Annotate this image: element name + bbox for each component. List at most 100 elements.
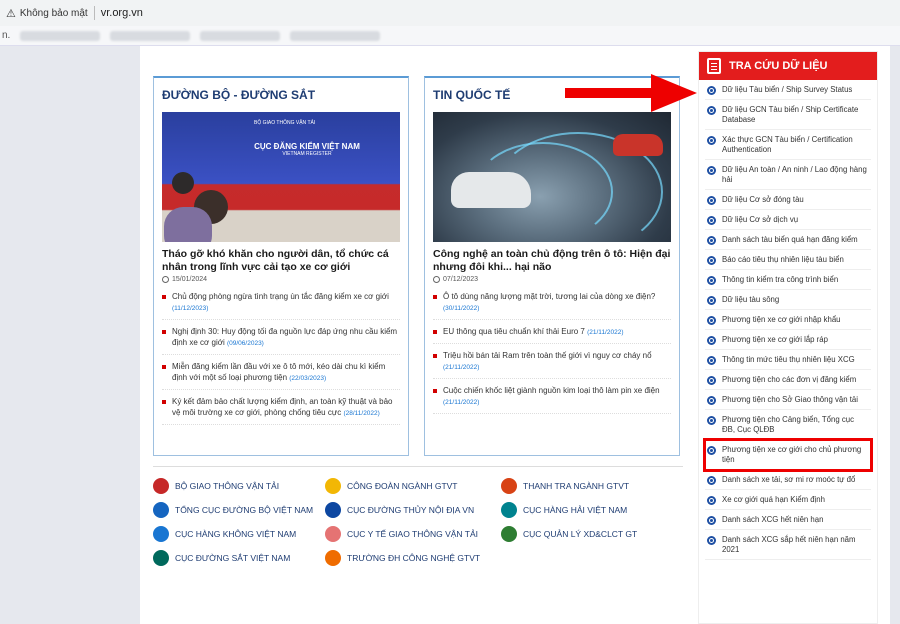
sidebar-item-label[interactable]: Danh sách XCG hết niên hạn: [722, 515, 823, 525]
agency-link[interactable]: THANH TRA NGÀNH GTVT: [501, 477, 677, 495]
sidebar-item-label[interactable]: Thông tin mức tiêu thụ nhiên liệu XCG: [722, 355, 855, 365]
list-item[interactable]: EU thông qua tiêu chuẩn khí thải Euro 7 …: [433, 326, 671, 344]
sidebar-item[interactable]: Dữ liệu tàu sông: [705, 290, 871, 310]
item-text[interactable]: EU thông qua tiêu chuẩn khí thải Euro 7: [443, 327, 585, 336]
list-item[interactable]: Ô tô dùng năng lượng mặt trời, tương lai…: [433, 291, 671, 320]
agency-label[interactable]: THANH TRA NGÀNH GTVT: [523, 481, 629, 491]
url-text[interactable]: vr.org.vn: [101, 7, 143, 19]
sidebar-item-label[interactable]: Thông tin kiểm tra công trình biển: [722, 275, 838, 285]
agency-label[interactable]: TỔNG CỤC ĐƯỜNG BỘ VIỆT NAM: [175, 505, 313, 515]
item-text[interactable]: Nghị định 30: Huy động tối đa nguồn lực …: [172, 327, 397, 347]
list-item[interactable]: Triệu hồi bán tải Ram trên toàn thế giới…: [433, 350, 671, 379]
sidebar-item[interactable]: Thông tin kiểm tra công trình biển: [705, 270, 871, 290]
sidebar-item-label[interactable]: Dữ liệu Cơ sở đóng tàu: [722, 195, 804, 205]
list-item[interactable]: Cuộc chiến khốc liệt giành nguồn kim loạ…: [433, 385, 671, 414]
sidebar-item-highlighted[interactable]: Phương tiện xe cơ giới cho chủ phương ti…: [703, 438, 873, 472]
sidebar-item-label[interactable]: Xe cơ giới quá hạn Kiểm định: [722, 495, 825, 505]
sidebar-item[interactable]: Phương tiện cho Sở Giao thông vận tải: [705, 390, 871, 410]
sidebar-item[interactable]: Phương tiện cho Cảng biển, Tổng cục ĐB, …: [705, 410, 871, 440]
item-text[interactable]: Triệu hồi bán tải Ram trên toàn thế giới…: [443, 351, 652, 360]
agency-label[interactable]: CỤC QUẢN LÝ XD&CLCT GT: [523, 529, 637, 539]
bullet-icon: [433, 389, 437, 393]
list-item[interactable]: Ký kết đảm bảo chất lượng kiểm định, an …: [162, 396, 400, 425]
sidebar-item-label[interactable]: Danh sách XCG sắp hết niên hạn năm 2021: [722, 535, 869, 555]
sidebar-item[interactable]: Xác thực GCN Tàu biển / Certification Au…: [705, 130, 871, 160]
column-title[interactable]: ĐƯỜNG BỘ - ĐƯỜNG SẮT: [154, 78, 408, 108]
agency-label[interactable]: CÔNG ĐOÀN NGÀNH GTVT: [347, 481, 458, 491]
sidebar-item-label[interactable]: Dữ liệu tàu sông: [722, 295, 779, 305]
agency-label[interactable]: BỘ GIAO THÔNG VẬN TẢI: [175, 481, 279, 491]
agency-label[interactable]: CỤC ĐƯỜNG SẮT VIỆT NAM: [175, 553, 290, 563]
bookmark-item[interactable]: [20, 30, 101, 41]
sidebar-item-label[interactable]: Dữ liệu Cơ sở dịch vụ: [722, 215, 798, 225]
agency-link[interactable]: CỤC Y TẾ GIAO THÔNG VẬN TẢI: [325, 525, 501, 543]
news-image[interactable]: [433, 112, 671, 242]
agency-logo-icon: [153, 550, 169, 566]
sidebar-item-label[interactable]: Danh sách xe tải, sơ mi rơ moóc tự đổ: [722, 475, 855, 485]
agency-link[interactable]: CỤC ĐƯỜNG THỦY NỘI ĐỊA VN: [325, 501, 501, 519]
bookmark-item[interactable]: [110, 30, 191, 41]
sidebar-item[interactable]: Dữ liệu An toàn / An ninh / Lao động hàn…: [705, 160, 871, 190]
agency-link[interactable]: BỘ GIAO THÔNG VẬN TẢI: [153, 477, 325, 495]
sidebar-item-label[interactable]: Phương tiện xe cơ giới lắp ráp: [722, 335, 828, 345]
item-text[interactable]: Miễn đăng kiểm lần đầu với xe ô tô mới, …: [172, 362, 385, 382]
banner-title: CỤC ĐĂNG KIỂM VIỆT NAM: [254, 142, 360, 151]
item-text[interactable]: Chủ động phòng ngừa tình trạng ùn tắc đă…: [172, 292, 389, 301]
sidebar-item[interactable]: Danh sách XCG sắp hết niên hạn năm 2021: [705, 530, 871, 560]
agency-link[interactable]: CỤC HÀNG KHÔNG VIỆT NAM: [153, 525, 325, 543]
sidebar-item[interactable]: Dữ liệu Cơ sở đóng tàu: [705, 190, 871, 210]
agency-label[interactable]: CỤC ĐƯỜNG THỦY NỘI ĐỊA VN: [347, 505, 474, 515]
agency-link[interactable]: CỤC QUẢN LÝ XD&CLCT GT: [501, 525, 677, 543]
item-text[interactable]: Ô tô dùng năng lượng mặt trời, tương lai…: [443, 292, 655, 301]
agency-link[interactable]: CÔNG ĐOÀN NGÀNH GTVT: [325, 477, 501, 495]
sidebar-item[interactable]: Danh sách xe tải, sơ mi rơ moóc tự đổ: [705, 470, 871, 490]
sidebar-item[interactable]: Phương tiện xe cơ giới nhập khẩu: [705, 310, 871, 330]
sidebar-item-label[interactable]: Dữ liệu Tàu biển / Ship Survey Status: [722, 85, 852, 95]
agency-label[interactable]: CỤC HÀNG HẢI VIỆT NAM: [523, 505, 627, 515]
sidebar-item-label[interactable]: Phương tiện cho Sở Giao thông vận tải: [722, 395, 858, 405]
image-top-text: BỘ GIAO THÔNG VẬN TẢI: [254, 120, 316, 126]
sidebar-item-label[interactable]: Dữ liệu An toàn / An ninh / Lao động hàn…: [722, 165, 869, 185]
agency-link[interactable]: TỔNG CỤC ĐƯỜNG BỘ VIỆT NAM: [153, 501, 325, 519]
insecure-label[interactable]: Không bảo mật: [20, 8, 88, 19]
sidebar-item[interactable]: Danh sách tàu biển quá hạn đăng kiểm: [705, 230, 871, 250]
sidebar-item-label[interactable]: Danh sách tàu biển quá hạn đăng kiểm: [722, 235, 858, 245]
sidebar-item[interactable]: Thông tin mức tiêu thụ nhiên liệu XCG: [705, 350, 871, 370]
sidebar-item-label[interactable]: Báo cáo tiêu thụ nhiên liệu tàu biển: [722, 255, 844, 265]
sidebar-item[interactable]: Dữ liệu Cơ sở dịch vụ: [705, 210, 871, 230]
list-item[interactable]: Chủ động phòng ngừa tình trạng ùn tắc đă…: [162, 291, 400, 320]
sidebar-item[interactable]: Phương tiện cho các đơn vị đăng kiểm: [705, 370, 871, 390]
sidebar-item[interactable]: Xe cơ giới quá hạn Kiểm định: [705, 490, 871, 510]
news-image[interactable]: BỘ GIAO THÔNG VẬN TẢI CỤC ĐĂNG KIỂM VIỆT…: [162, 112, 400, 242]
agency-label[interactable]: CỤC Y TẾ GIAO THÔNG VẬN TẢI: [347, 529, 478, 539]
agency-label[interactable]: CỤC HÀNG KHÔNG VIỆT NAM: [175, 529, 296, 539]
agency-link[interactable]: CỤC HÀNG HẢI VIỆT NAM: [501, 501, 677, 519]
bookmark-item[interactable]: [290, 30, 381, 41]
search-icon: [707, 166, 716, 175]
sidebar-item[interactable]: Dữ liệu Tàu biển / Ship Survey Status: [705, 80, 871, 100]
news-list: Ô tô dùng năng lượng mặt trời, tương lai…: [425, 283, 679, 414]
sidebar-item[interactable]: Báo cáo tiêu thụ nhiên liệu tàu biển: [705, 250, 871, 270]
sidebar-item-label[interactable]: Phương tiện xe cơ giới nhập khẩu: [722, 315, 841, 325]
bookmark-item[interactable]: [200, 30, 281, 41]
sidebar-item[interactable]: Danh sách XCG hết niên hạn: [705, 510, 871, 530]
sidebar-item-label[interactable]: Phương tiện cho Cảng biển, Tổng cục ĐB, …: [722, 415, 869, 435]
agency-label[interactable]: TRƯỜNG ĐH CÔNG NGHỆ GTVT: [347, 553, 480, 563]
list-item[interactable]: Miễn đăng kiểm lần đầu với xe ô tô mới, …: [162, 361, 400, 390]
sidebar-item-label[interactable]: Phương tiện xe cơ giới cho chủ phương ti…: [722, 445, 869, 465]
agency-link[interactable]: CỤC ĐƯỜNG SẮT VIỆT NAM: [153, 549, 325, 567]
sidebar-item-label[interactable]: Phương tiện cho các đơn vị đăng kiểm: [722, 375, 856, 385]
agency-link[interactable]: TRƯỜNG ĐH CÔNG NGHỆ GTVT: [325, 549, 501, 567]
headline[interactable]: Tháo gỡ khó khăn cho người dân, tổ chức …: [154, 242, 408, 274]
list-item[interactable]: Nghị định 30: Huy động tối đa nguồn lực …: [162, 326, 400, 355]
sidebar-item-label[interactable]: Xác thực GCN Tàu biển / Certification Au…: [722, 135, 869, 155]
headline[interactable]: Công nghệ an toàn chủ động trên ô tô: Hi…: [425, 242, 679, 274]
banner-subtitle: VIETNAM REGISTER: [282, 151, 332, 157]
item-text[interactable]: Cuộc chiến khốc liệt giành nguồn kim loạ…: [443, 386, 660, 395]
address-bar[interactable]: ⚠ Không bảo mật vr.org.vn: [0, 0, 900, 26]
warning-icon[interactable]: ⚠: [6, 7, 16, 20]
agency-links: BỘ GIAO THÔNG VẬN TẢI CÔNG ĐOÀN NGÀNH GTV…: [153, 466, 683, 567]
sidebar-item[interactable]: Phương tiện xe cơ giới lắp ráp: [705, 330, 871, 350]
sidebar-item-label[interactable]: Dữ liệu GCN Tàu biển / Ship Certificate …: [722, 105, 869, 125]
sidebar-item[interactable]: Dữ liệu GCN Tàu biển / Ship Certificate …: [705, 100, 871, 130]
